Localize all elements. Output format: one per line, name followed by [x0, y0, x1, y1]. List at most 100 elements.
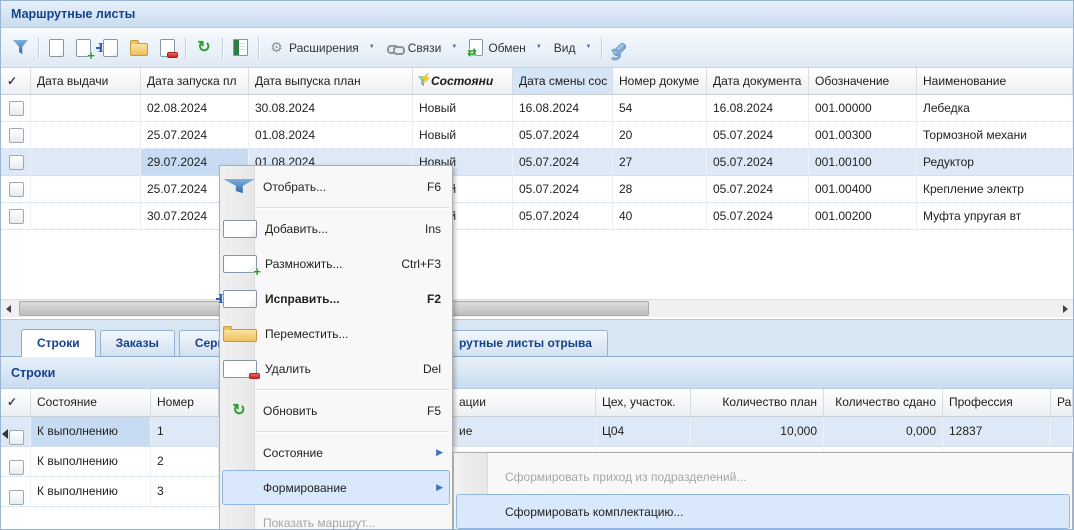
cell-state[interactable]: Новый	[413, 122, 513, 148]
settings-button[interactable]	[606, 35, 633, 61]
col-header-name[interactable]: Наименование	[917, 68, 1073, 94]
cell-doc-date[interactable]: 05.07.2024	[707, 176, 809, 202]
delete-button[interactable]	[154, 35, 181, 61]
col-header-state[interactable]: ⚡Состояни	[413, 68, 513, 94]
cell-issue-date[interactable]	[31, 203, 141, 229]
refresh-button[interactable]	[190, 35, 218, 61]
cell-shop[interactable]: Ц04	[596, 417, 691, 446]
cell-start-date[interactable]: 25.07.2024	[141, 122, 249, 148]
cell-state-change-date[interactable]: 05.07.2024	[513, 176, 613, 202]
col-header-shop[interactable]: Цех, участок.	[596, 389, 691, 416]
scroll-left-button[interactable]	[1, 300, 18, 317]
cell-designation[interactable]: 001.00300	[809, 122, 917, 148]
exchange-menu-button[interactable]: Обмен	[463, 35, 547, 61]
table-row[interactable]: 30.07.2024 Новый 05.07.2024 40 05.07.202…	[1, 203, 1073, 230]
links-menu-button[interactable]: Связи	[381, 35, 464, 61]
cell-line-number[interactable]: 2	[151, 447, 219, 476]
scroll-right-button[interactable]	[1056, 300, 1073, 317]
col-header-doc-number[interactable]: Номер докуме	[613, 68, 707, 94]
col-header-release-date[interactable]: Дата выпуска план	[249, 68, 413, 94]
table-row[interactable]: К выполнению 1 ие Ц04 10,000 0,000 12837	[1, 417, 1073, 447]
view-menu-button[interactable]: Вид	[548, 35, 598, 61]
col-header-qty-done[interactable]: Количество сдано	[824, 389, 943, 416]
cell-name[interactable]: Крепление электр	[917, 176, 1073, 202]
submenu-item[interactable]: Сформировать приход из подразделений...	[456, 459, 1070, 494]
row-checkbox-cell[interactable]	[1, 477, 31, 506]
col-header-issue-date[interactable]: Дата выдачи	[31, 68, 141, 94]
cell-state-change-date[interactable]: 05.07.2024	[513, 203, 613, 229]
col-header-grade[interactable]: Ра	[1051, 389, 1073, 416]
cell-qty-done[interactable]: 0,000	[824, 417, 943, 446]
cell-name[interactable]: Лебедка	[917, 95, 1073, 121]
cell-qty-plan[interactable]: 10,000	[691, 417, 824, 446]
extensions-menu-button[interactable]: Расширения	[263, 35, 381, 61]
checkbox[interactable]	[9, 430, 24, 445]
cell-profession[interactable]: 12837	[943, 417, 1051, 446]
col-header-doc-date[interactable]: Дата документа	[707, 68, 809, 94]
table-row[interactable]: 25.07.2024 01.08.2024 Новый 05.07.2024 2…	[1, 122, 1073, 149]
menu-item[interactable]: Размножить... Ctrl+F3 ▶	[222, 246, 450, 281]
checkbox[interactable]	[9, 155, 24, 170]
row-checkbox-cell[interactable]	[1, 122, 31, 148]
menu-item[interactable]: Обновить F5 ▶	[222, 393, 450, 428]
move-button[interactable]	[124, 35, 154, 61]
col-header-qty-plan[interactable]: Количество план	[691, 389, 824, 416]
col-header-designation[interactable]: Обозначение	[809, 68, 917, 94]
select-all-header[interactable]: ✓	[1, 68, 31, 94]
tab[interactable]: Заказы	[100, 330, 175, 356]
cell-release-date[interactable]: 30.08.2024	[249, 95, 413, 121]
cell-issue-date[interactable]	[31, 122, 141, 148]
cell-name[interactable]: Редуктор	[917, 149, 1073, 175]
select-all-header[interactable]: ✓	[1, 389, 31, 416]
col-header-start-date[interactable]: Дата запуска пл	[141, 68, 249, 94]
menu-item[interactable]: Отобрать... F6 ▶	[222, 169, 450, 204]
cell-issue-date[interactable]	[31, 149, 141, 175]
cell-designation[interactable]: 001.00100	[809, 149, 917, 175]
cell-doc-number[interactable]: 20	[613, 122, 707, 148]
row-checkbox-cell[interactable]	[1, 95, 31, 121]
menu-item[interactable]: Исправить... F2 ▶	[222, 281, 450, 316]
horizontal-scrollbar[interactable]	[1, 299, 1073, 317]
checkbox[interactable]	[9, 101, 24, 116]
cell-doc-number[interactable]: 54	[613, 95, 707, 121]
cell-name[interactable]: Муфта упругая вт	[917, 203, 1073, 229]
row-checkbox-cell[interactable]	[1, 149, 31, 175]
table-row[interactable]: 25.07.2024 Новый 05.07.2024 28 05.07.202…	[1, 176, 1073, 203]
row-checkbox-cell[interactable]	[1, 203, 31, 229]
detail-scroll-left-icon[interactable]	[2, 429, 8, 439]
cell-doc-number[interactable]: 28	[613, 176, 707, 202]
cell-doc-number[interactable]: 27	[613, 149, 707, 175]
menu-item[interactable]: Формирование ▶	[222, 470, 450, 505]
col-header-state-change-date[interactable]: Дата смены сос	[513, 68, 613, 94]
cell-line-state[interactable]: К выполнению	[31, 417, 151, 446]
table-row[interactable]: 29.07.2024 01.08.2024 Новый 05.07.2024 2…	[1, 149, 1073, 176]
cell-doc-date[interactable]: 16.08.2024	[707, 95, 809, 121]
cell-release-date[interactable]: 01.08.2024	[249, 122, 413, 148]
cell-designation[interactable]: 001.00000	[809, 95, 917, 121]
checkbox[interactable]	[9, 209, 24, 224]
cell-line-state[interactable]: К выполнению	[31, 477, 151, 506]
checkbox[interactable]	[9, 182, 24, 197]
cell-designation[interactable]: 001.00400	[809, 176, 917, 202]
cell-issue-date[interactable]	[31, 95, 141, 121]
checkbox[interactable]	[9, 128, 24, 143]
col-header-line-number[interactable]: Номер	[151, 389, 219, 416]
cell-grade[interactable]	[1051, 417, 1073, 446]
cell-line-number[interactable]: 1	[151, 417, 219, 446]
cell-line-number[interactable]: 3	[151, 477, 219, 506]
add-button[interactable]	[43, 35, 70, 61]
tab[interactable]: Строки	[21, 329, 96, 357]
cell-state-change-date[interactable]: 05.07.2024	[513, 149, 613, 175]
cell-doc-date[interactable]: 05.07.2024	[707, 149, 809, 175]
edit-button[interactable]	[97, 35, 124, 61]
cell-line-state[interactable]: К выполнению	[31, 447, 151, 476]
cell-issue-date[interactable]	[31, 176, 141, 202]
duplicate-button[interactable]	[70, 35, 97, 61]
col-header-profession[interactable]: Профессия	[943, 389, 1051, 416]
cell-doc-date[interactable]: 05.07.2024	[707, 122, 809, 148]
cell-state[interactable]: Новый	[413, 95, 513, 121]
tab[interactable]: рутные листы отрыва	[449, 330, 608, 356]
col-header-line-state[interactable]: Состояние	[31, 389, 151, 416]
menu-item[interactable]: Переместить... ▶	[222, 316, 450, 351]
filter-button[interactable]	[7, 35, 34, 61]
